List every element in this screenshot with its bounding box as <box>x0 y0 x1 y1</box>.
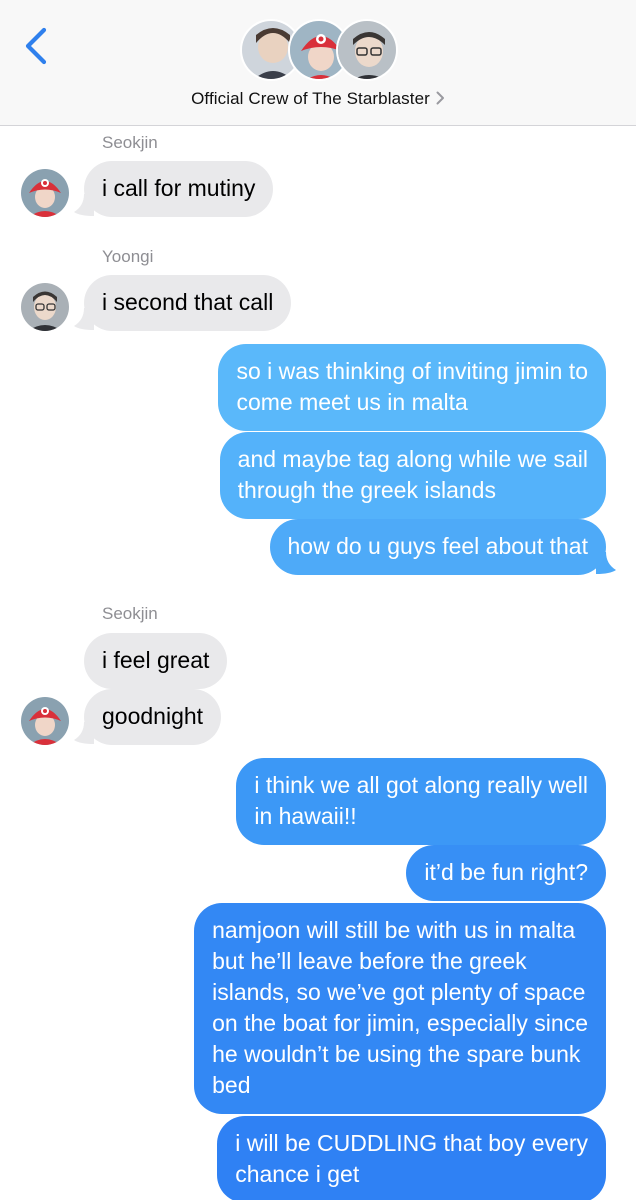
group-avatars[interactable] <box>240 19 400 85</box>
sender-name: Yoongi <box>102 247 154 266</box>
avatar-seokjin <box>21 169 69 217</box>
avatar-yoongi <box>336 19 398 81</box>
message-bubble-received[interactable]: i second that call <box>84 275 292 331</box>
message-bubble-sent[interactable]: it’d be fun right? <box>406 845 606 901</box>
message-bubble-sent[interactable]: namjoon will still be with us in malta b… <box>194 903 606 1114</box>
conversation-header: Official Crew of The Starblaster <box>0 0 636 126</box>
message-bubble-received[interactable]: goodnight <box>84 689 222 745</box>
message-bubble-received[interactable]: i feel great <box>84 633 228 689</box>
sender-name: Seokjin <box>102 133 158 152</box>
chevron-right-icon <box>436 90 445 110</box>
message-bubble-sent[interactable]: i will be CUDDLING that boy every chance… <box>217 1116 606 1200</box>
message-bubble-sent[interactable]: i think we all got along really well in … <box>236 758 606 845</box>
group-title-button[interactable]: Official Crew of The Starblaster <box>0 89 636 110</box>
message-bubble-sent[interactable]: and maybe tag along while we sail throug… <box>219 432 606 519</box>
chevron-left-icon <box>25 27 47 65</box>
avatar-seokjin <box>21 697 69 745</box>
message-bubble-sent[interactable]: so i was thinking of inviting jimin to c… <box>218 344 606 431</box>
back-button[interactable] <box>18 26 54 66</box>
message-bubble-sent[interactable]: how do u guys feel about that <box>269 519 606 575</box>
avatar-yoongi <box>21 283 69 331</box>
message-bubble-received[interactable]: i call for mutiny <box>84 161 274 217</box>
group-title: Official Crew of The Starblaster <box>191 89 430 108</box>
sender-name: Seokjin <box>102 604 158 623</box>
